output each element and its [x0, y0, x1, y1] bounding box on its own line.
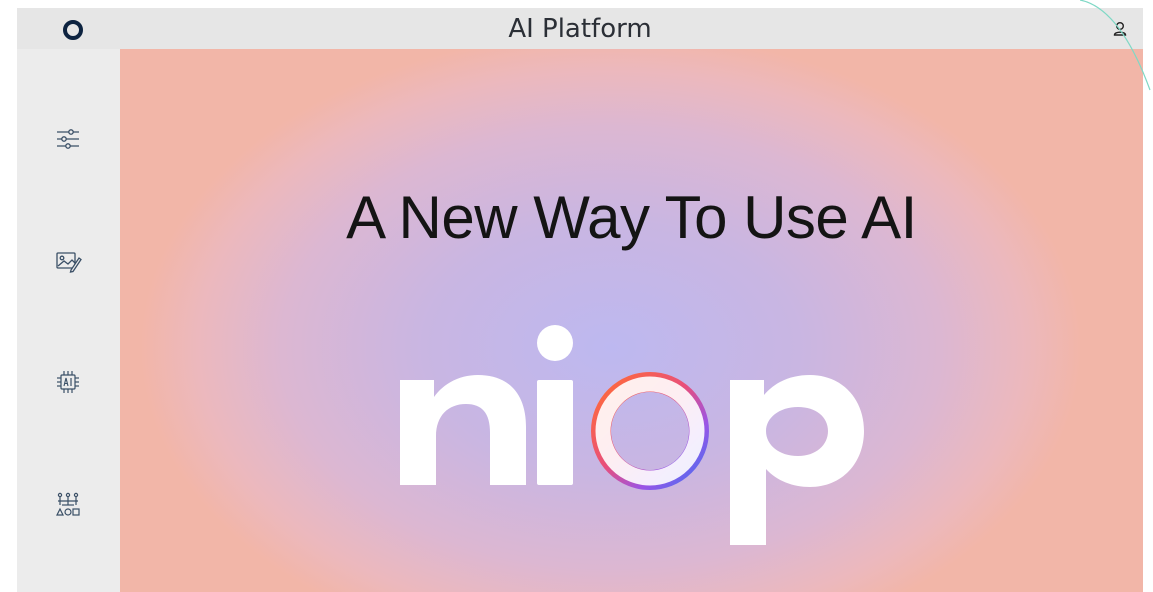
- sliders-icon[interactable]: [53, 124, 83, 154]
- hero-headline: A New Way To Use AI: [346, 184, 917, 251]
- hierarchy-network-icon[interactable]: [53, 490, 83, 520]
- top-bar: AI Platform: [17, 8, 1143, 49]
- decorative-curve: [1080, 0, 1151, 91]
- brand-logo: [400, 325, 864, 545]
- app-window: AI Platform A New Way To Use AI: [17, 8, 1143, 592]
- hero-banner: A New Way To Use AI: [120, 49, 1143, 592]
- sidebar: [17, 49, 120, 592]
- app-title: AI Platform: [508, 14, 652, 44]
- ai-chip-icon[interactable]: [53, 367, 83, 397]
- image-edit-icon[interactable]: [53, 246, 83, 276]
